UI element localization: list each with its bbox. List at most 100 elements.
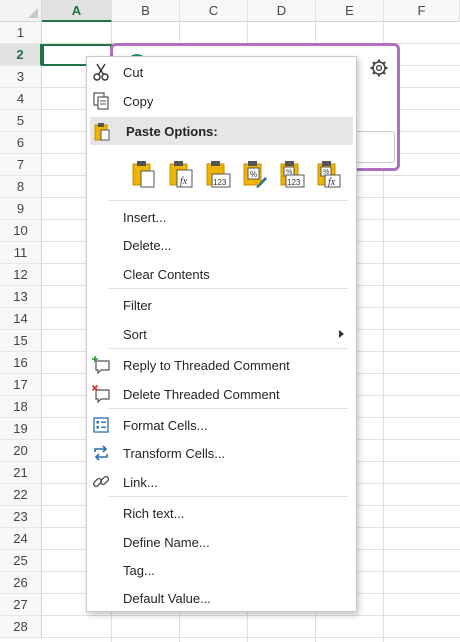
column-header-e[interactable]: E: [316, 0, 384, 22]
paste-formulas-button[interactable]: fx: [166, 159, 203, 189]
menu-label-default-value: Default Value...: [123, 590, 211, 606]
row-header-26[interactable]: 26: [0, 572, 42, 594]
column-header-b[interactable]: B: [112, 0, 180, 22]
row-header-1[interactable]: 1: [0, 22, 42, 44]
menu-label-clear-contents: Clear Contents: [123, 266, 210, 282]
row-header-13[interactable]: 13: [0, 286, 42, 308]
row-header-2[interactable]: 2: [0, 44, 42, 66]
paste-values-button[interactable]: 123: [203, 159, 240, 189]
row-gridline: [42, 637, 460, 638]
row-header-5[interactable]: 5: [0, 110, 42, 132]
row-header-21[interactable]: 21: [0, 462, 42, 484]
menu-item-delete-threaded-comment[interactable]: Delete Threaded Comment: [87, 380, 356, 408]
menu-label-copy: Copy: [123, 93, 154, 109]
paste-formulas-format-button[interactable]: % fx: [314, 159, 351, 189]
spreadsheet-grid[interactable]: A B C D E F 1 2 3 4 5 6 7 8 9 10 11 12 13 14 15 16 17 18 1…: [0, 0, 460, 642]
menu-item-filter[interactable]: Filter: [87, 291, 356, 319]
menu-item-rich-text[interactable]: Rich text...: [87, 499, 356, 527]
clipboard-icon: [94, 123, 110, 141]
paste-formulas-format-icon: % fx: [317, 161, 341, 188]
paste-values-format-button[interactable]: % 123: [277, 159, 314, 189]
menu-label-filter: Filter: [123, 297, 152, 313]
row-header-22[interactable]: 22: [0, 484, 42, 506]
menu-label-insert: Insert...: [123, 209, 167, 225]
menu-item-format-cells[interactable]: Format Cells...: [87, 411, 356, 439]
menu-separator: [109, 200, 348, 201]
link-icon: [92, 475, 110, 488]
paste-options-buttons: fx 123 % % 123 % fx: [129, 159, 351, 189]
row-header-4[interactable]: 4: [0, 88, 42, 110]
menu-item-delete[interactable]: Delete...: [87, 231, 356, 259]
menu-item-reply-threaded-comment[interactable]: Reply to Threaded Comment: [87, 351, 356, 379]
menu-separator: [109, 408, 348, 409]
svg-text:%: %: [250, 170, 257, 179]
svg-text:123: 123: [287, 178, 301, 187]
row-header-19[interactable]: 19: [0, 418, 42, 440]
menu-label-delete: Delete...: [123, 237, 172, 253]
menu-label-sort: Sort: [123, 326, 147, 342]
row-header-18[interactable]: 18: [0, 396, 42, 418]
row-gridline: [42, 615, 460, 616]
menu-label-link: Link...: [123, 474, 158, 490]
menu-label-delete-threaded-comment: Delete Threaded Comment: [123, 386, 280, 402]
row-header-15[interactable]: 15: [0, 330, 42, 352]
column-header-d[interactable]: D: [248, 0, 316, 22]
menu-label-reply-threaded-comment: Reply to Threaded Comment: [123, 357, 290, 373]
submenu-arrow-icon: [339, 330, 344, 338]
menu-label-cut: Cut: [123, 64, 144, 80]
menu-separator: [109, 288, 348, 289]
menu-item-insert[interactable]: Insert...: [87, 203, 356, 231]
row-header-20[interactable]: 20: [0, 440, 42, 462]
row-header-9[interactable]: 9: [0, 198, 42, 220]
paste-formatting-icon: %: [243, 161, 267, 188]
paste-options-header: Paste Options:: [90, 117, 353, 145]
svg-text:fx: fx: [328, 177, 336, 188]
paste-button[interactable]: [129, 159, 166, 189]
svg-text:fx: fx: [180, 176, 188, 187]
format-cells-icon: [93, 417, 109, 433]
menu-separator: [109, 496, 348, 497]
row-header-6[interactable]: 6: [0, 132, 42, 154]
scissors-icon: [93, 63, 109, 81]
row-header-8[interactable]: 8: [0, 176, 42, 198]
row-header-25[interactable]: 25: [0, 550, 42, 572]
row-header-24[interactable]: 24: [0, 528, 42, 550]
menu-item-sort[interactable]: Sort: [87, 320, 356, 348]
menu-item-link[interactable]: Link...: [87, 468, 356, 496]
select-all-corner[interactable]: [0, 0, 42, 22]
row-header-23[interactable]: 23: [0, 506, 42, 528]
row-header-12[interactable]: 12: [0, 264, 42, 286]
menu-item-clear-contents[interactable]: Clear Contents: [87, 260, 356, 288]
paste-values-icon: 123: [206, 161, 231, 188]
paste-values-format-icon: % 123: [280, 161, 305, 188]
menu-item-default-value[interactable]: Default Value...: [87, 584, 356, 612]
paste-formatting-button[interactable]: %: [240, 159, 277, 189]
row-header-7[interactable]: 7: [0, 154, 42, 176]
row-header-10[interactable]: 10: [0, 220, 42, 242]
column-header-a[interactable]: A: [42, 0, 112, 22]
copy-icon: [93, 92, 109, 110]
transform-icon: [94, 445, 108, 461]
row-header-27[interactable]: 27: [0, 594, 42, 616]
menu-item-transform-cells[interactable]: Transform Cells...: [87, 439, 356, 467]
column-header-f[interactable]: F: [384, 0, 460, 22]
row-header-3[interactable]: 3: [0, 66, 42, 88]
row-header-11[interactable]: 11: [0, 242, 42, 264]
menu-label-define-name: Define Name...: [123, 534, 210, 550]
menu-label-rich-text: Rich text...: [123, 505, 185, 521]
svg-text:123: 123: [213, 178, 227, 187]
row-header-16[interactable]: 16: [0, 352, 42, 374]
menu-item-cut[interactable]: Cut: [87, 58, 356, 86]
menu-item-define-name[interactable]: Define Name...: [87, 528, 356, 556]
delete-comment-icon: [91, 384, 110, 404]
row-header-14[interactable]: 14: [0, 308, 42, 330]
menu-item-tag[interactable]: Tag...: [87, 556, 356, 584]
gear-icon[interactable]: [369, 58, 389, 78]
menu-label-tag: Tag...: [123, 562, 155, 578]
column-header-c[interactable]: C: [180, 0, 248, 22]
new-comment-icon: [92, 356, 110, 375]
menu-label-transform-cells: Transform Cells...: [123, 445, 226, 461]
row-header-28[interactable]: 28: [0, 616, 42, 638]
row-header-17[interactable]: 17: [0, 374, 42, 396]
menu-item-copy[interactable]: Copy: [87, 87, 356, 115]
